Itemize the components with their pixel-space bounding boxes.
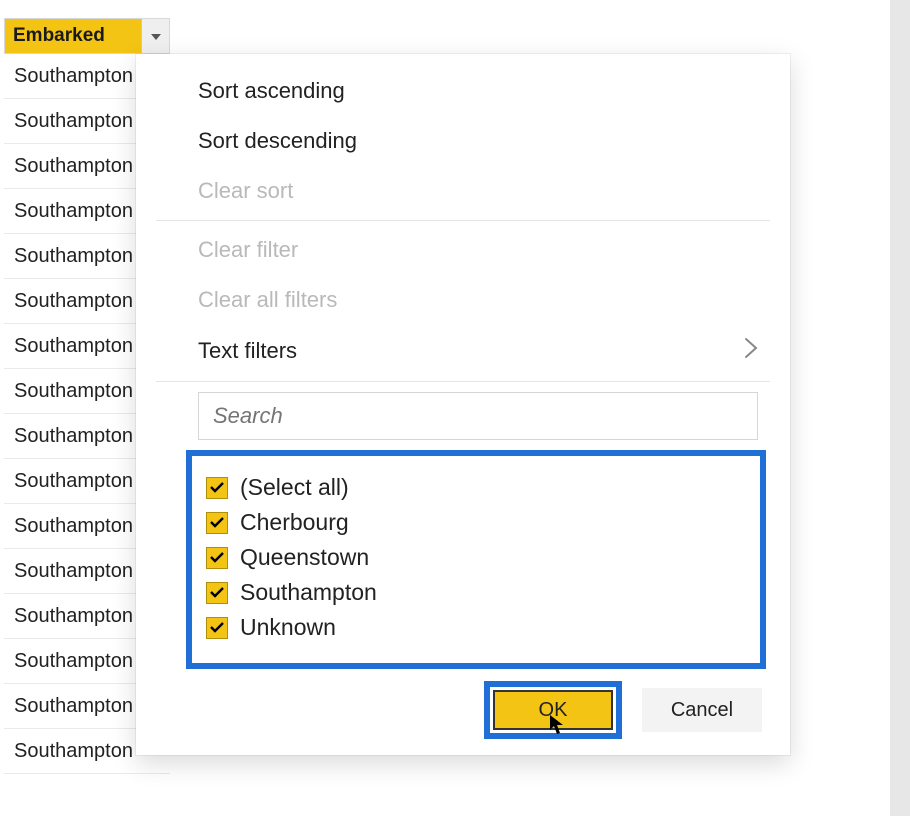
filter-value-item[interactable]: Unknown xyxy=(206,610,746,645)
menu-clear-all-filters: Clear all filters xyxy=(136,275,790,325)
menu-text-filters-label: Text filters xyxy=(198,338,297,364)
checkbox-checked-icon xyxy=(206,582,228,604)
filter-value-label: Unknown xyxy=(240,614,336,641)
filter-value-select-all[interactable]: (Select all) xyxy=(206,470,746,505)
column-header-label: Embarked xyxy=(5,19,141,53)
filter-value-item[interactable]: Cherbourg xyxy=(206,505,746,540)
column-filter-dropdown-button[interactable] xyxy=(141,19,169,53)
filter-value-item[interactable]: Southampton xyxy=(206,575,746,610)
chevron-right-icon xyxy=(744,337,758,365)
checkbox-checked-icon xyxy=(206,547,228,569)
filter-value-label: (Select all) xyxy=(240,474,349,501)
filter-value-label: Queenstown xyxy=(240,544,369,571)
menu-sort-descending[interactable]: Sort descending xyxy=(136,116,790,166)
filter-value-label: Cherbourg xyxy=(240,509,349,536)
checkbox-checked-icon xyxy=(206,617,228,639)
ok-highlight: OK xyxy=(484,681,622,739)
menu-divider xyxy=(156,220,770,221)
column-header[interactable]: Embarked xyxy=(4,18,170,54)
filter-value-item[interactable]: Queenstown xyxy=(206,540,746,575)
checkbox-checked-icon xyxy=(206,477,228,499)
menu-clear-sort: Clear sort xyxy=(136,166,790,216)
right-gutter xyxy=(890,0,910,816)
menu-footer: OK Cancel xyxy=(136,669,790,739)
cancel-button[interactable]: Cancel xyxy=(642,688,762,732)
ok-button[interactable]: OK xyxy=(493,690,613,730)
chevron-down-icon xyxy=(151,27,161,45)
filter-values-box: (Select all) Cherbourg Queenstown Southa… xyxy=(186,450,766,669)
menu-clear-filter: Clear filter xyxy=(136,225,790,275)
ok-button-label: OK xyxy=(539,699,568,722)
filter-menu-panel: Sort ascending Sort descending Clear sor… xyxy=(136,54,790,755)
filter-search-input[interactable] xyxy=(198,392,758,440)
menu-divider xyxy=(156,381,770,382)
menu-text-filters[interactable]: Text filters xyxy=(136,325,790,377)
menu-sort-ascending[interactable]: Sort ascending xyxy=(136,66,790,116)
checkbox-checked-icon xyxy=(206,512,228,534)
filter-value-label: Southampton xyxy=(240,579,377,606)
